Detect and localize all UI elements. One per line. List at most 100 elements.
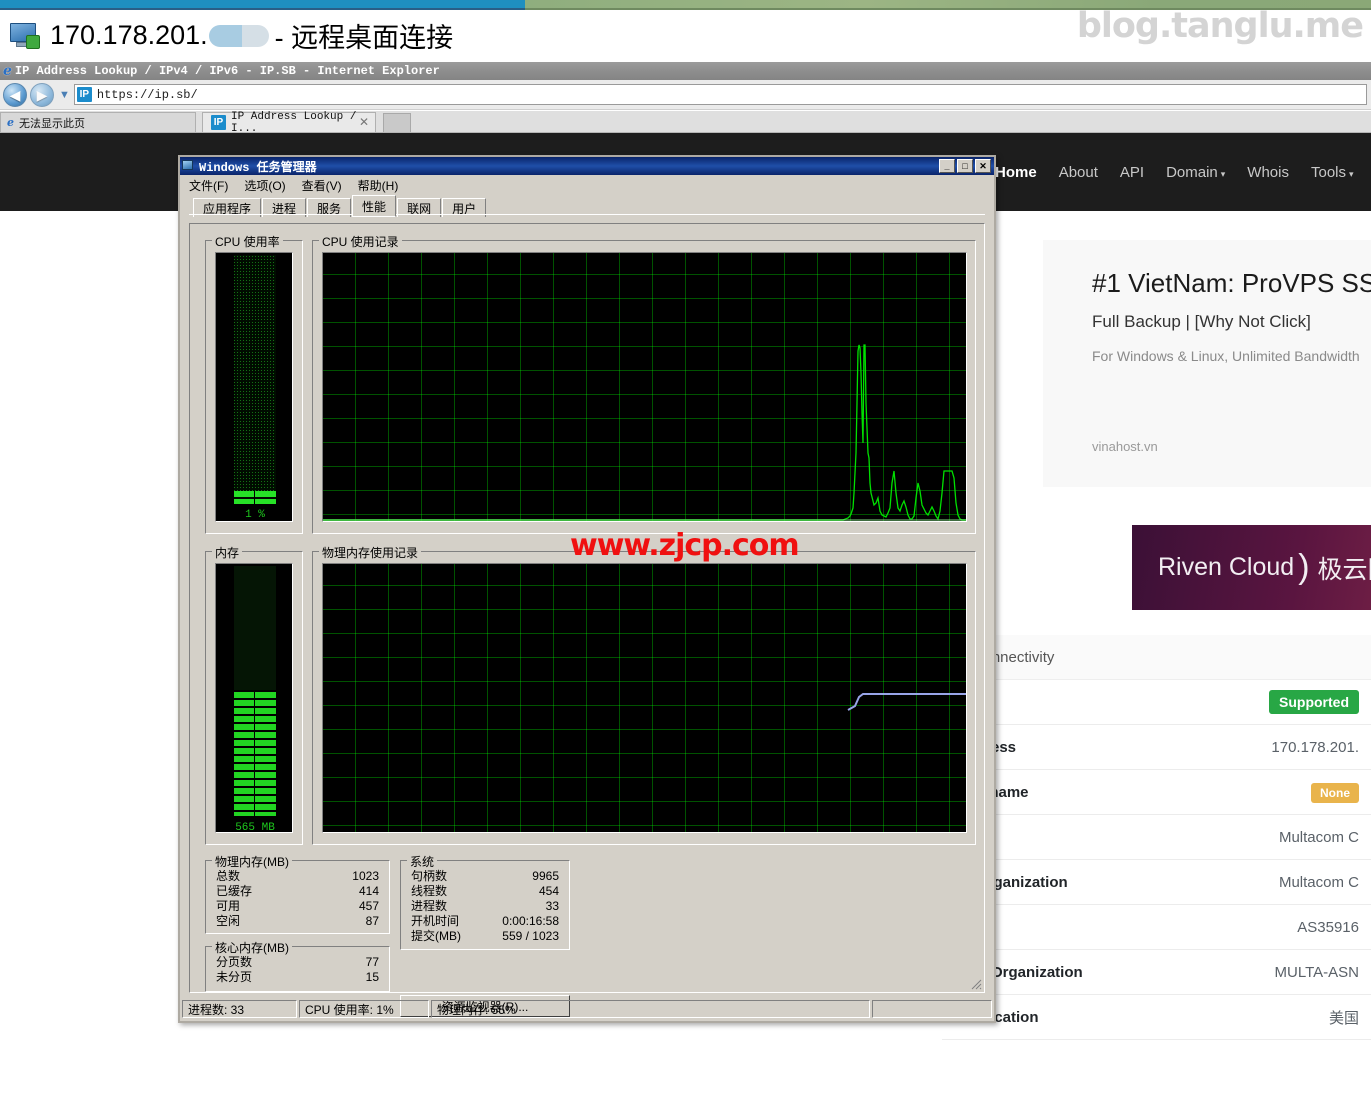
maximize-button[interactable]: □ bbox=[957, 159, 973, 173]
tab-processes[interactable]: 进程 bbox=[262, 198, 307, 217]
stat-value: 454 bbox=[538, 884, 559, 898]
recent-pages-dropdown-icon[interactable]: ▼ bbox=[59, 89, 70, 101]
table-row: 4 Supported bbox=[942, 680, 1371, 725]
task-manager-tabs: 应用程序 进程 服务 性能 联网 用户 bbox=[180, 195, 994, 217]
rdp-ip-redaction bbox=[208, 24, 269, 47]
stat-row: 未分页 15 bbox=[216, 970, 379, 985]
nav-item-whois[interactable]: Whois bbox=[1247, 164, 1289, 181]
nav-item-about[interactable]: About bbox=[1059, 164, 1098, 181]
table-row: Location 美国 bbox=[942, 995, 1371, 1040]
info-value: Multacom C bbox=[1278, 873, 1359, 891]
stat-value: 87 bbox=[365, 914, 379, 928]
info-value: 170.178.201. bbox=[1271, 738, 1359, 756]
kernel-memory-label: 核心内存(MB) bbox=[212, 939, 292, 956]
new-tab-button[interactable] bbox=[383, 113, 411, 132]
riven-cloud-banner[interactable]: Riven Cloud ) 极云网络 bbox=[1132, 525, 1371, 610]
ip-info-table: connectivity 4 Supported dress 170.178.2… bbox=[942, 635, 1371, 1040]
memory-group: 内存 565 MB bbox=[205, 544, 303, 845]
table-row: Multacom C bbox=[942, 815, 1371, 860]
table-row: N Organization MULTA-ASN bbox=[942, 950, 1371, 995]
remote-desktop-icon bbox=[8, 21, 42, 51]
minimize-button[interactable]: _ bbox=[939, 159, 955, 173]
ad-description: For Windows & Linux, Unlimited Bandwidth bbox=[1092, 348, 1360, 364]
stat-value: 0:00:16:58 bbox=[502, 914, 559, 928]
stat-value: 559 / 1023 bbox=[502, 929, 559, 943]
table-row: dress 170.178.201. bbox=[942, 725, 1371, 770]
site-favicon: IP bbox=[76, 87, 92, 102]
stat-row: 空闲 87 bbox=[216, 914, 379, 929]
cpu-usage-gauge: 1 % bbox=[215, 252, 293, 522]
nav-item-api[interactable]: API bbox=[1120, 164, 1144, 181]
stat-label: 已缓存 bbox=[216, 884, 253, 898]
stat-label: 未分页 bbox=[216, 970, 253, 984]
task-manager-titlebar: Windows 任务管理器 _ □ ✕ bbox=[180, 157, 994, 175]
stat-row: 可用 457 bbox=[216, 899, 379, 914]
browser-title-text: IP Address Lookup / IPv4 / IPv6 - IP.SB … bbox=[14, 64, 440, 78]
chevron-down-icon: ▾ bbox=[1349, 168, 1354, 179]
stat-value: 77 bbox=[365, 955, 379, 969]
system-label: 系统 bbox=[407, 853, 438, 870]
address-bar[interactable]: IP https://ip.sb/ bbox=[73, 84, 1367, 105]
browser-tab-1[interactable]: IP IP Address Lookup / I... ✕ bbox=[202, 111, 376, 135]
system-group: 系统 句柄数 9965 线程数 454 进程数 33 开机时间 0:00:16:58 提… bbox=[400, 853, 570, 950]
stat-row: 句柄数 9965 bbox=[411, 869, 559, 884]
memory-history-graph bbox=[322, 563, 967, 833]
stat-row: 进程数 33 bbox=[411, 899, 559, 914]
stat-row: 提交(MB) 559 / 1023 bbox=[411, 929, 559, 944]
tab-users[interactable]: 用户 bbox=[442, 198, 487, 217]
riven-brand-cn: 极云网络 bbox=[1317, 555, 1371, 584]
memory-label: 内存 bbox=[212, 544, 243, 561]
stat-label: 进程数 bbox=[411, 899, 448, 913]
close-icon[interactable]: ✕ bbox=[359, 115, 369, 130]
close-button[interactable]: ✕ bbox=[975, 159, 991, 173]
internet-explorer-icon: e bbox=[3, 63, 12, 79]
cpu-history-group: CPU 使用记录 bbox=[312, 233, 976, 534]
menu-options[interactable]: 选项(O) bbox=[244, 177, 285, 194]
tab-services[interactable]: 服务 bbox=[307, 198, 352, 217]
status-cpu-usage: CPU 使用率: 1% bbox=[299, 1000, 429, 1018]
table-row: connectivity bbox=[942, 635, 1371, 680]
stat-label: 线程数 bbox=[411, 884, 448, 898]
task-manager-statusbar: 进程数: 33 CPU 使用率: 1% 物理内存: 55% bbox=[182, 999, 992, 1019]
stat-row: 线程数 454 bbox=[411, 884, 559, 899]
browser-navigation-bar: ◀ ▶ ▼ IP https://ip.sb/ bbox=[0, 80, 1371, 110]
ad-domain: vinahost.vn bbox=[1092, 439, 1158, 454]
table-row: N AS35916 bbox=[942, 905, 1371, 950]
nav-item-tools[interactable]: Tools ▾ bbox=[1311, 164, 1354, 181]
status-badge: None bbox=[1311, 782, 1359, 803]
riven-brand: Riven Cloud bbox=[1158, 553, 1295, 581]
status-spacer bbox=[872, 1000, 992, 1018]
stat-row: 总数 1023 bbox=[216, 869, 379, 884]
browser-tab-0[interactable]: e 无法显示此页 bbox=[0, 112, 196, 132]
memory-history-label: 物理内存使用记录 bbox=[319, 544, 422, 561]
task-manager-icon bbox=[182, 160, 195, 172]
tab-networking[interactable]: 联网 bbox=[397, 198, 442, 217]
stat-value: 414 bbox=[358, 884, 379, 898]
ad-title: #1 VietNam: ProVPS SSD bbox=[1092, 268, 1371, 298]
forward-button[interactable]: ▶ bbox=[30, 82, 54, 107]
rdp-title-suffix: - 远程桌面连接 bbox=[274, 23, 454, 53]
info-value: Supported bbox=[1269, 689, 1359, 714]
nav-item-domain[interactable]: Domain ▾ bbox=[1166, 164, 1225, 181]
rdp-title: 170.178.201. - 远程桌面连接 bbox=[50, 16, 453, 55]
resize-grip[interactable] bbox=[970, 978, 982, 990]
stat-value: 15 bbox=[365, 970, 379, 984]
tab-performance[interactable]: 性能 bbox=[352, 195, 397, 217]
cpu-history-plot bbox=[323, 344, 966, 521]
cpu-gauge-graphic: 1 % bbox=[216, 253, 292, 521]
menu-help[interactable]: 帮助(H) bbox=[358, 177, 399, 194]
cpu-usage-group: CPU 使用率 1 % bbox=[205, 233, 303, 534]
menu-view[interactable]: 查看(V) bbox=[302, 177, 342, 194]
task-manager-title: Windows 任务管理器 bbox=[199, 160, 317, 175]
cpu-history-label: CPU 使用记录 bbox=[319, 233, 402, 250]
cpu-gauge-value: 1 % bbox=[245, 509, 265, 521]
tab-applications[interactable]: 应用程序 bbox=[193, 198, 262, 217]
nav-item-home[interactable]: Home bbox=[995, 164, 1037, 181]
stat-row: 分页数 77 bbox=[216, 955, 379, 970]
back-button[interactable]: ◀ bbox=[3, 82, 27, 107]
stat-value: 33 bbox=[545, 899, 559, 913]
stat-label: 可用 bbox=[216, 899, 241, 913]
site-main-nav: Home About API Domain▾ Whois Tools▾ Cont bbox=[995, 158, 1371, 186]
stat-value: 9965 bbox=[532, 869, 559, 883]
menu-file[interactable]: 文件(F) bbox=[189, 177, 228, 194]
